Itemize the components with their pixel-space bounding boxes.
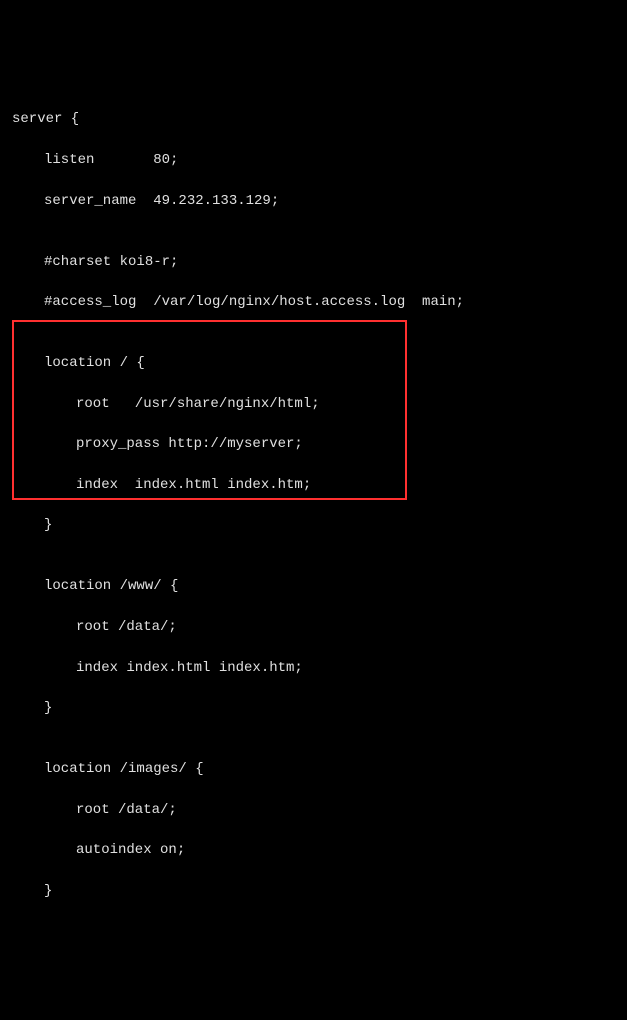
code-line: location /www/ { xyxy=(12,576,615,596)
code-line: } xyxy=(12,698,615,718)
code-line: root /data/; xyxy=(12,617,615,637)
code-line: root /data/; xyxy=(12,800,615,820)
code-line: } xyxy=(12,881,615,901)
code-line: root /usr/share/nginx/html; xyxy=(12,394,615,414)
code-line: location /images/ { xyxy=(12,759,615,779)
code-line-comment: #access_log /var/log/nginx/host.access.l… xyxy=(12,292,615,312)
nginx-config-code: server { listen 80; server_name 49.232.1… xyxy=(12,89,615,921)
code-line: index index.html index.htm; xyxy=(12,475,615,495)
code-line: } xyxy=(12,515,615,535)
code-line: index index.html index.htm; xyxy=(12,658,615,678)
code-line: server { xyxy=(12,109,615,129)
code-line-comment: #charset koi8-r; xyxy=(12,252,615,272)
code-line: autoindex on; xyxy=(12,840,615,860)
code-line: listen 80; xyxy=(12,150,615,170)
code-line: proxy_pass http://myserver; xyxy=(12,434,615,454)
code-line: location / { xyxy=(12,353,615,373)
code-line: server_name 49.232.133.129; xyxy=(12,191,615,211)
